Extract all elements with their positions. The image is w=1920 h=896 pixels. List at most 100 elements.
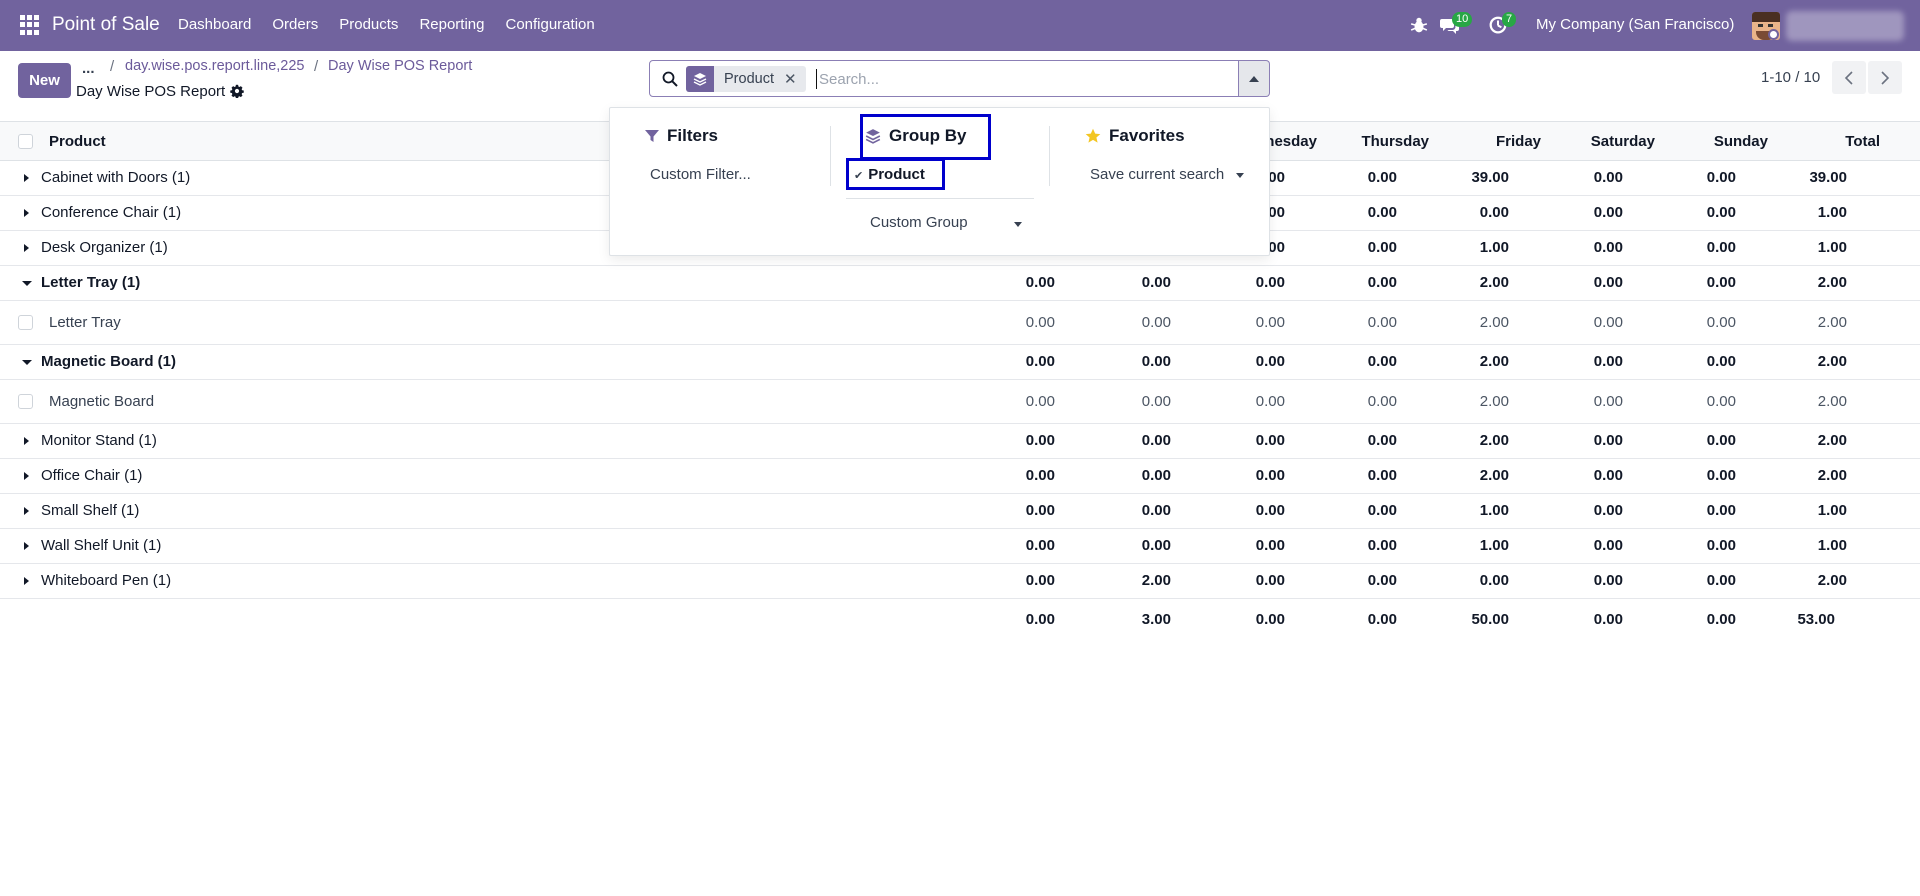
gear-icon[interactable] <box>230 84 244 98</box>
column-header-wednesday[interactable]: nesday <box>1265 133 1317 150</box>
total-cell: 0.00 <box>1367 611 1397 628</box>
value-cell: 2.00 <box>1479 274 1509 291</box>
value-cell: 0.00 <box>1367 274 1397 291</box>
breadcrumb-report-link[interactable]: Day Wise POS Report <box>328 58 472 74</box>
custom-group-select[interactable]: Custom Group <box>870 214 968 231</box>
app-name[interactable]: Point of Sale <box>52 14 160 36</box>
total-cell: 50.00 <box>1471 611 1509 628</box>
value-cell: 1.00 <box>1479 502 1509 519</box>
record-row[interactable]: Magnetic Board 0.00 0.00 0.00 0.00 2.00 0.00 0.… <box>0 380 1920 424</box>
facet-label: Product <box>724 71 774 87</box>
group-row[interactable]: Whiteboard Pen (1) 0.00 2.00 0.00 0.00 0.00 0.… <box>0 564 1920 599</box>
breadcrumb-separator: / <box>110 58 115 75</box>
breadcrumb-more-button[interactable]: ... <box>82 60 95 77</box>
menu-reporting[interactable]: Reporting <box>419 16 484 33</box>
group-row[interactable]: Office Chair (1) 0.00 0.00 0.00 0.00 2.00 0.00… <box>0 459 1920 494</box>
menu-configuration[interactable]: Configuration <box>505 16 594 33</box>
value-cell: 0.00 <box>1367 467 1397 484</box>
user-name-blurred[interactable] <box>1786 11 1904 41</box>
value-cell: 0.00 <box>1255 274 1285 291</box>
value-cell: 0.00 <box>1141 432 1171 449</box>
search-input[interactable] <box>816 69 1216 89</box>
menu-orders[interactable]: Orders <box>272 16 318 33</box>
record-row[interactable]: Letter Tray 0.00 0.00 0.00 0.00 2.00 0.00 0.00 2… <box>0 301 1920 345</box>
column-header-product[interactable]: Product <box>49 133 106 150</box>
value-cell: 0.00 <box>1367 169 1397 186</box>
group-row[interactable]: Small Shelf (1) 0.00 0.00 0.00 0.00 1.00 0.00 0… <box>0 494 1920 529</box>
value-cell: 0.00 <box>1367 432 1397 449</box>
caret-right-icon[interactable] <box>24 472 29 480</box>
presence-status-icon <box>1768 29 1779 40</box>
new-button[interactable]: New <box>18 63 71 98</box>
group-row[interactable]: Magnetic Board (1) 0.00 0.00 0.00 0.00 2.00 0.… <box>0 345 1920 380</box>
row-checkbox[interactable] <box>18 315 33 330</box>
facet-remove-icon[interactable]: ✕ <box>784 70 806 88</box>
caret-right-icon[interactable] <box>24 577 29 585</box>
column-header-total[interactable]: Total <box>1845 133 1880 150</box>
caret-right-icon[interactable] <box>24 437 29 445</box>
pager-previous-button[interactable] <box>1832 61 1866 94</box>
messages-badge: 10 <box>1452 12 1473 27</box>
debug-bug-icon[interactable] <box>1410 16 1428 34</box>
company-switcher[interactable]: My Company (San Francisco) <box>1536 16 1734 33</box>
filters-section: Filters <box>645 126 718 146</box>
caret-right-icon[interactable] <box>24 507 29 515</box>
value-cell: 1.00 <box>1817 239 1847 256</box>
caret-down-icon[interactable] <box>22 360 32 365</box>
search-panel-toggle[interactable] <box>1239 60 1270 97</box>
value-cell: 0.00 <box>1141 274 1171 291</box>
select-all-checkbox[interactable] <box>18 134 33 149</box>
caret-right-icon[interactable] <box>24 244 29 252</box>
breadcrumb-record-link[interactable]: day.wise.pos.report.line,225 <box>125 58 304 74</box>
value-cell: 0.00 <box>1025 537 1055 554</box>
total-cell: 0.00 <box>1706 611 1736 628</box>
caret-down-icon[interactable] <box>22 281 32 286</box>
value-cell: 0.00 <box>1141 353 1171 370</box>
column-header-saturday[interactable]: Saturday <box>1591 133 1655 150</box>
caret-right-icon[interactable] <box>24 174 29 182</box>
column-header-sunday[interactable]: Sunday <box>1714 133 1768 150</box>
value-cell: 0.00 <box>1706 239 1736 256</box>
value-cell: 1.00 <box>1817 502 1847 519</box>
value-cell: 0.00 <box>1593 432 1623 449</box>
value-cell: 2.00 <box>1817 572 1847 589</box>
search-bar: Product ✕ <box>649 60 1239 97</box>
group-label: Cabinet with Doors (1) <box>41 169 191 186</box>
value-cell: 2.00 <box>1817 353 1847 370</box>
value-cell: 0.00 <box>1025 353 1055 370</box>
top-navbar: Point of Sale Dashboard Orders Products … <box>0 0 1920 51</box>
group-row[interactable]: Wall Shelf Unit (1) 0.00 0.00 0.00 0.00 1.00 0… <box>0 529 1920 564</box>
value-cell: 0.00 <box>1141 314 1171 331</box>
value-cell: 1.00 <box>1817 204 1847 221</box>
custom-filter-item[interactable]: Custom Filter... <box>650 166 751 183</box>
value-cell: 1.00 <box>1817 537 1847 554</box>
value-cell: 0.00 <box>1025 572 1055 589</box>
value-cell: 0.00 <box>1141 537 1171 554</box>
total-cell: 3.00 <box>1141 611 1171 628</box>
column-header-friday[interactable]: Friday <box>1496 133 1541 150</box>
value-cell: 0.00 <box>1367 204 1397 221</box>
value-cell: 1.00 <box>1479 239 1509 256</box>
row-checkbox[interactable] <box>18 394 33 409</box>
pager-next-button[interactable] <box>1868 61 1902 94</box>
pager-value[interactable]: 1-10 / 10 <box>1761 69 1820 86</box>
group-row[interactable]: Letter Tray (1) 0.00 0.00 0.00 0.00 2.00 0.00 0… <box>0 266 1920 301</box>
value-cell: 0.00 <box>1706 432 1736 449</box>
menu-products[interactable]: Products <box>339 16 398 33</box>
activities-badge: 7 <box>1502 12 1517 27</box>
apps-menu-icon[interactable] <box>20 15 40 35</box>
divider <box>830 126 831 186</box>
column-header-thursday[interactable]: Thursday <box>1361 133 1429 150</box>
menu-dashboard[interactable]: Dashboard <box>178 16 251 33</box>
value-cell: 0.00 <box>1706 467 1736 484</box>
value-cell: 0.00 <box>1706 537 1736 554</box>
value-cell: 0.00 <box>1367 314 1397 331</box>
group-label: Conference Chair (1) <box>41 204 182 221</box>
filters-title: Filters <box>667 126 719 145</box>
caret-right-icon[interactable] <box>24 542 29 550</box>
save-current-search[interactable]: Save current search <box>1090 166 1245 183</box>
value-cell: 0.00 <box>1593 572 1623 589</box>
value-cell: 2.00 <box>1479 353 1509 370</box>
group-row[interactable]: Monitor Stand (1) 0.00 0.00 0.00 0.00 2.00 0.0… <box>0 424 1920 459</box>
caret-right-icon[interactable] <box>24 209 29 217</box>
